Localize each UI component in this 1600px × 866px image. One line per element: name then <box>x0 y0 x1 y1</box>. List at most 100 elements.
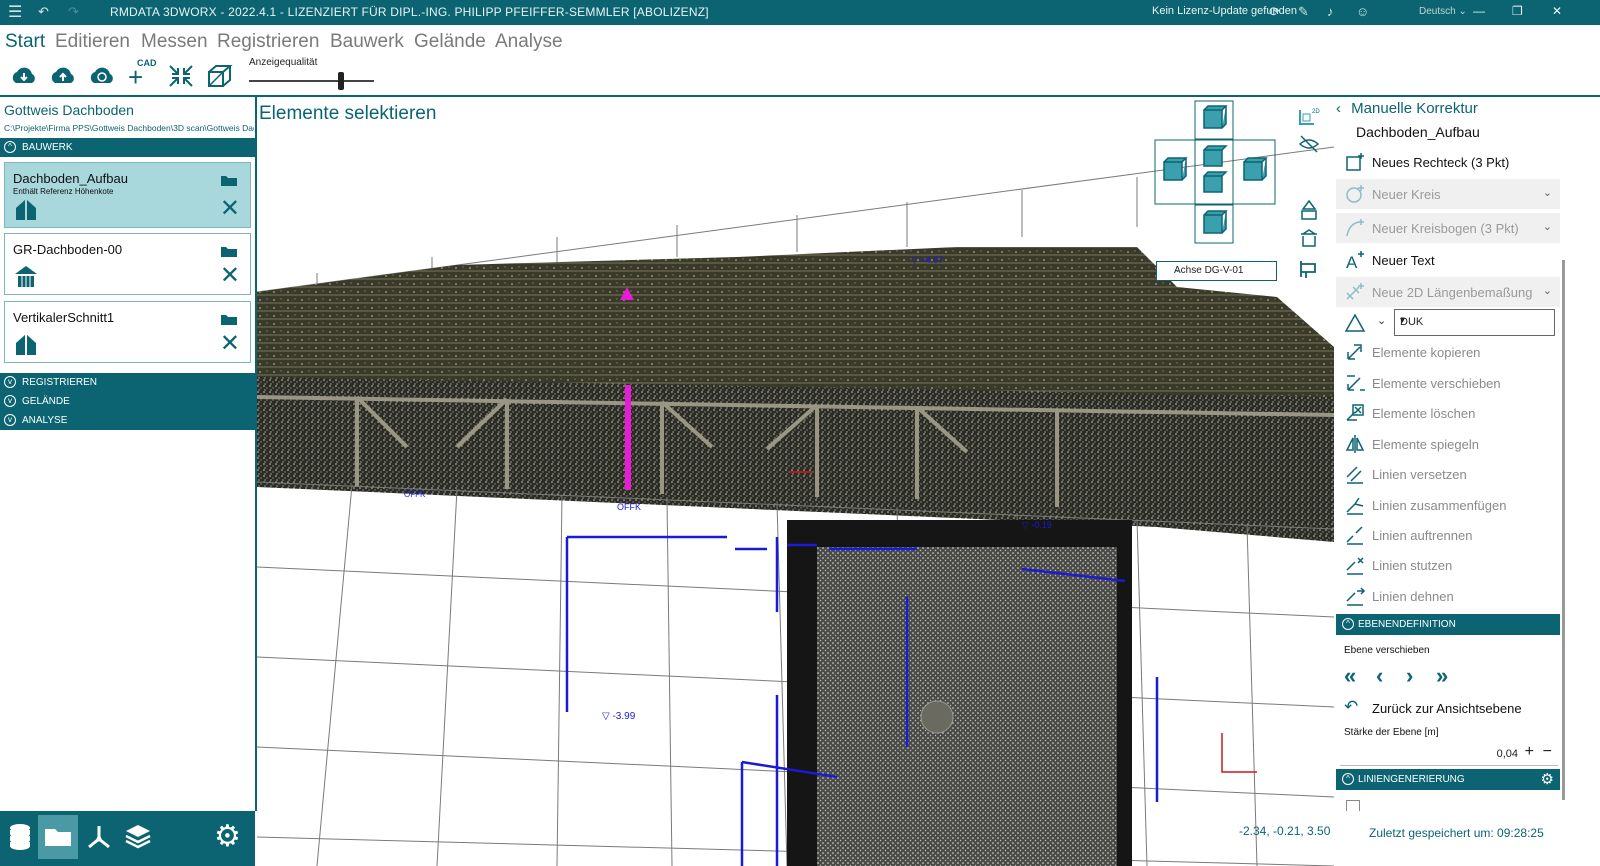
copy-elements-icon <box>1347 344 1362 360</box>
tool-split-lines[interactable]: Linien auftrennen <box>1336 520 1560 550</box>
increment-icon[interactable]: + <box>1525 743 1534 761</box>
building-section-icon <box>16 334 36 355</box>
section-ebenendefinition[interactable]: ^ EBENENDEFINITION <box>1336 614 1560 635</box>
undo-icon[interactable]: ↶ <box>38 4 49 20</box>
open-folder-icon[interactable] <box>220 244 238 258</box>
last-plane-icon[interactable]: » <box>1436 663 1448 689</box>
tool-new-circle[interactable]: Neuer Kreis ⌄ <box>1336 179 1560 209</box>
cloud-upload-icon[interactable] <box>49 63 77 89</box>
quality-slider-thumb[interactable] <box>338 72 344 90</box>
wrench-icon[interactable]: ✎ <box>1298 4 1309 20</box>
building-view-icon[interactable] <box>1298 228 1320 250</box>
undo-arrow-icon: ↶ <box>1344 697 1359 716</box>
remove-item-icon[interactable]: ✕ <box>220 264 240 288</box>
section-gelaende[interactable]: v GELÄNDE <box>0 392 255 411</box>
3d-viewport[interactable]: ▽ +4.67 ▽ -3.99 ▽ -0.19 OFFK OFFK Elemen… <box>257 97 1334 866</box>
menu-bauwerk[interactable]: Bauwerk <box>330 31 404 53</box>
remove-item-icon[interactable]: ✕ <box>220 332 240 356</box>
tool-new-text[interactable]: A Neuer Text <box>1336 245 1560 275</box>
axis-indicator <box>1221 733 1257 773</box>
bauwerk-item-vertikalerschnitt[interactable]: VertikalerSchnitt1 ✕ <box>4 301 251 363</box>
plane-thickness-field[interactable]: 0,04 + − <box>1340 743 1558 766</box>
scroll-thumb[interactable] <box>1562 260 1565 800</box>
dropdown-arrow-icon: ▾ <box>1400 315 1406 326</box>
tool-new-dimension[interactable]: Neue 2D Längenbemaßung ⌄ <box>1336 277 1560 307</box>
chevron-down-icon[interactable]: ⌄ <box>1543 186 1552 199</box>
section-bauwerk[interactable]: ^ BAUWERK <box>0 138 255 157</box>
bauwerk-item-gr-dachboden[interactable]: GR-Dachboden-00 ✕ <box>4 233 251 295</box>
first-plane-icon[interactable]: « <box>1344 663 1356 689</box>
rectangle-plus-icon <box>1346 153 1364 171</box>
chevron-down-icon[interactable]: ⌄ <box>1543 220 1552 233</box>
section-liniengenerierung[interactable]: ^ LINIENGENERIERUNG ⚙ <box>1336 769 1560 790</box>
move-elements-icon <box>1347 375 1365 391</box>
view-cube-navigator[interactable] <box>1154 100 1279 248</box>
remove-item-icon[interactable]: ✕ <box>220 197 240 221</box>
bauwerk-item-dachboden-aufbau[interactable]: Dachboden_Aufbau Enthält Referenz Höhenk… <box>4 162 251 228</box>
chevron-down-icon[interactable]: ⌄ <box>1543 284 1552 297</box>
menu-analyse[interactable]: Analyse <box>495 31 563 53</box>
triangle-icon[interactable] <box>1344 313 1366 333</box>
cube-icon[interactable] <box>206 63 234 89</box>
user-icon[interactable]: ☺ <box>1356 4 1369 19</box>
ribbon-toolbar: CAD + Anzeigequalität <box>0 57 1600 97</box>
tool-copy-elements[interactable]: Elemente kopieren <box>1336 337 1560 367</box>
menu-gelaende[interactable]: Gelände <box>414 31 486 53</box>
close-window-button[interactable]: ✕ <box>1552 4 1562 18</box>
2d-view-icon[interactable]: 2D <box>1298 106 1320 126</box>
hamburger-menu-icon[interactable]: ☰ <box>8 2 22 22</box>
prev-plane-icon[interactable]: ‹ <box>1376 663 1383 689</box>
open-folder-icon[interactable] <box>220 312 238 326</box>
collapse-arrows-icon[interactable] <box>167 63 195 89</box>
settings-gear-icon[interactable]: ⚙ <box>214 817 244 853</box>
tool-offset-lines[interactable]: Linien versetzen <box>1336 459 1560 489</box>
add-cad-button[interactable]: CAD + <box>128 58 157 90</box>
menu-editieren[interactable]: Editieren <box>55 31 130 53</box>
join-lines-icon <box>1346 497 1364 515</box>
project-folder-button[interactable] <box>38 815 78 859</box>
language-select[interactable]: Deutsch ⌄ <box>1419 6 1467 17</box>
cursor-coordinates: -2.34, -0.21, 3.50 <box>1239 824 1331 838</box>
tool-mirror-elements[interactable]: Elemente spiegeln <box>1336 429 1560 459</box>
layers-icon[interactable] <box>123 822 153 852</box>
refresh-icon[interactable]: ⟳ <box>1269 4 1280 20</box>
menu-start[interactable]: Start <box>5 31 45 53</box>
quality-slider-track[interactable] <box>249 80 374 82</box>
cloud-download-icon[interactable] <box>10 63 38 89</box>
reset-to-view-plane-button[interactable]: ↶ Zurück zur Ansichtsebene <box>1344 697 1554 720</box>
checkbox[interactable] <box>1346 800 1360 811</box>
decrement-icon[interactable]: − <box>1543 743 1552 761</box>
next-plane-icon[interactable]: › <box>1406 663 1413 689</box>
tool-delete-elements[interactable]: Elemente löschen <box>1336 398 1560 428</box>
database-icon[interactable] <box>5 822 35 852</box>
restore-button[interactable]: ❐ <box>1512 4 1523 18</box>
right-panel-scrollbar[interactable] <box>1560 150 1568 810</box>
chevron-down-icon: v <box>4 376 16 388</box>
menu-messen[interactable]: Messen <box>141 31 208 53</box>
back-to-manual-correction[interactable]: ‹ Manuelle Korrektur <box>1336 100 1478 117</box>
plane-align-icon[interactable] <box>1298 258 1320 280</box>
cloud-globe-icon[interactable] <box>88 63 116 89</box>
truss-point-cloud <box>257 377 1334 542</box>
menu-registrieren[interactable]: Registrieren <box>217 31 319 53</box>
minimize-button[interactable]: — <box>1473 4 1485 18</box>
bell-icon[interactable]: ♪ <box>1327 4 1334 19</box>
section-registrieren[interactable]: v REGISTRIEREN <box>0 373 255 392</box>
tool-extend-lines[interactable]: Linien dehnen <box>1336 581 1560 611</box>
open-folder-icon[interactable] <box>220 173 238 187</box>
tool-trim-lines[interactable]: Linien stutzen <box>1336 550 1560 580</box>
line-type-select[interactable]: DUK ▾ <box>1394 309 1555 336</box>
tool-new-arc[interactable]: Neuer Kreisbogen (3 Pkt) ⌄ <box>1336 213 1560 243</box>
axis-select[interactable]: Achse DG-V-01 ⌄ <box>1156 261 1277 281</box>
eye-hidden-icon[interactable] <box>1298 134 1320 154</box>
settings-gear-icon[interactable]: ⚙ <box>1541 770 1554 788</box>
tool-move-elements[interactable]: Elemente verschieben <box>1336 368 1560 398</box>
chevron-down-icon[interactable]: ⌄ <box>1377 314 1386 327</box>
item-name: Dachboden_Aufbau <box>13 171 128 186</box>
tool-join-lines[interactable]: Linien zusammenfügen <box>1336 490 1560 520</box>
redo-icon[interactable]: ↷ <box>68 4 79 20</box>
section-analyse[interactable]: v ANALYSE <box>0 411 255 430</box>
section-cut-icon[interactable] <box>1298 199 1320 221</box>
tool-new-rectangle[interactable]: Neues Rechteck (3 Pkt) <box>1336 147 1560 177</box>
axes-icon[interactable] <box>84 822 114 852</box>
